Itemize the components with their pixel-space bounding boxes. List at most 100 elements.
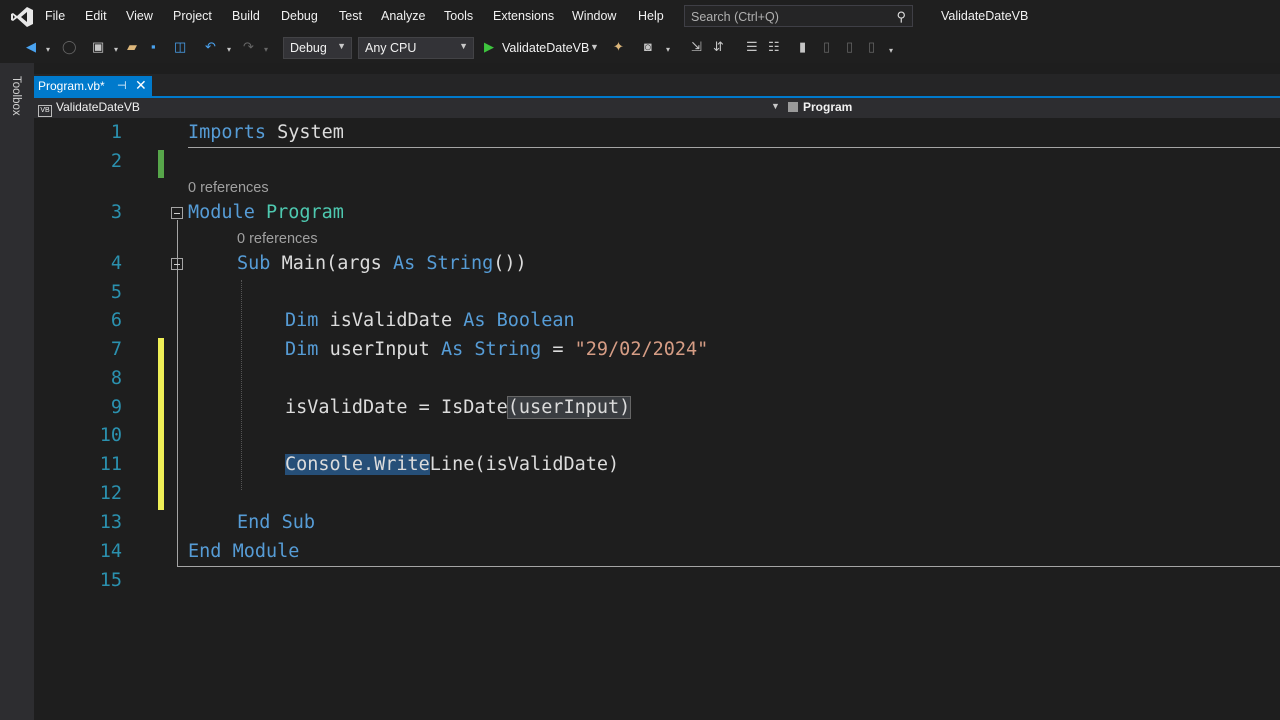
chevron-down-icon[interactable]: ▼ bbox=[590, 42, 599, 52]
token-args: (isValidDate) bbox=[474, 454, 620, 475]
browse-dropdown-icon[interactable]: ▾ bbox=[666, 42, 670, 58]
navigate-forward-icon[interactable]: ◯ bbox=[62, 39, 77, 55]
redo-dropdown-icon[interactable]: ▾ bbox=[264, 42, 268, 58]
token-operator: = bbox=[418, 397, 430, 418]
code-line-14: End Module bbox=[188, 541, 299, 562]
search-icon[interactable]: ⚲ bbox=[896, 9, 906, 25]
code-line-13: End Sub bbox=[237, 512, 315, 533]
clear-bookmarks-icon[interactable]: ▯ bbox=[868, 39, 875, 55]
menu-bar: File Edit View Project Build Debug Test … bbox=[0, 0, 1280, 33]
navigate-back-icon[interactable]: ◀ bbox=[26, 39, 36, 55]
collapse-module-icon[interactable] bbox=[171, 207, 183, 219]
line-number: 12 bbox=[99, 483, 122, 504]
menu-debug[interactable]: Debug bbox=[281, 9, 318, 23]
chevron-down-icon[interactable]: ▼ bbox=[771, 101, 780, 111]
step-over-icon[interactable]: ⇵ bbox=[713, 39, 724, 55]
visual-studio-logo-icon bbox=[11, 7, 33, 27]
solution-configuration-dropdown[interactable]: Debug ▼ bbox=[283, 37, 352, 59]
toolbar-overflow-icon[interactable]: ▾ bbox=[889, 43, 893, 59]
undo-icon[interactable]: ↶ bbox=[205, 39, 216, 55]
back-dropdown-icon[interactable]: ▾ bbox=[46, 42, 50, 58]
line-number: 14 bbox=[99, 541, 122, 562]
solution-title: ValidateDateVB bbox=[941, 9, 1029, 23]
line-number: 5 bbox=[110, 282, 122, 303]
code-editor[interactable]: 1 2 3 4 5 6 7 8 9 10 11 12 13 14 15 Impo… bbox=[62, 118, 1280, 720]
hot-reload-icon[interactable]: ✦ bbox=[613, 39, 624, 55]
undo-dropdown-icon[interactable]: ▾ bbox=[227, 42, 231, 58]
open-folder-icon[interactable]: ▰ bbox=[127, 39, 137, 55]
code-line-9: isValidDate = IsDate(userInput) bbox=[285, 396, 632, 419]
line-number: 9 bbox=[110, 397, 122, 418]
line-number: 8 bbox=[110, 368, 122, 389]
line-number: 10 bbox=[99, 425, 122, 446]
menu-edit[interactable]: Edit bbox=[85, 9, 107, 23]
token-method: Line bbox=[429, 454, 475, 475]
bookmark-icon[interactable]: ▮ bbox=[799, 39, 806, 55]
collapse-sub-icon[interactable] bbox=[171, 258, 183, 270]
solution-platform-dropdown[interactable]: Any CPU ▼ bbox=[358, 37, 474, 59]
token-keyword: As bbox=[463, 310, 486, 331]
code-line-6: Dim isValidDate As Boolean bbox=[285, 310, 575, 331]
token-keyword: String bbox=[474, 339, 542, 360]
menu-test[interactable]: Test bbox=[339, 9, 362, 23]
codelens-references[interactable]: 0 references bbox=[188, 180, 269, 196]
save-icon[interactable]: ▪ bbox=[151, 39, 156, 55]
uncomment-lines-icon[interactable]: ☷ bbox=[768, 39, 780, 55]
menu-analyze[interactable]: Analyze bbox=[381, 9, 425, 23]
code-line-4: Sub Main(args As String()) bbox=[237, 253, 527, 274]
imports-separator bbox=[188, 147, 1280, 148]
menu-window[interactable]: Window bbox=[572, 9, 616, 23]
indent-guide bbox=[241, 280, 243, 490]
class-dropdown[interactable]: Program bbox=[788, 100, 852, 114]
codelens-references[interactable]: 0 references bbox=[237, 231, 318, 247]
redo-icon[interactable]: ↷ bbox=[243, 39, 254, 55]
menu-help[interactable]: Help bbox=[638, 9, 664, 23]
menu-extensions[interactable]: Extensions bbox=[493, 9, 554, 23]
menu-build[interactable]: Build bbox=[232, 9, 260, 23]
browse-link-icon[interactable]: ◙ bbox=[644, 39, 652, 55]
configuration-value: Debug bbox=[290, 41, 327, 55]
comment-lines-icon[interactable]: ☰ bbox=[746, 39, 758, 55]
outline-guide bbox=[177, 220, 178, 566]
line-number: 1 bbox=[110, 122, 122, 143]
search-placeholder: Search (Ctrl+Q) bbox=[691, 10, 779, 24]
line-number: 2 bbox=[110, 151, 122, 172]
chevron-down-icon: ▼ bbox=[459, 41, 468, 51]
chevron-down-icon: ▼ bbox=[337, 41, 346, 51]
search-input[interactable]: Search (Ctrl+Q) ⚲ bbox=[684, 5, 913, 27]
menu-view[interactable]: View bbox=[126, 9, 153, 23]
token-keyword: Module bbox=[232, 541, 300, 562]
token-keyword: As bbox=[440, 339, 464, 360]
project-dropdown[interactable]: VB ValidateDateVB bbox=[38, 100, 140, 117]
close-icon[interactable]: ✕ bbox=[135, 77, 147, 94]
token-type: Program bbox=[265, 202, 344, 223]
toolbox-tab[interactable]: Toolbox bbox=[10, 76, 22, 116]
start-debugging-button[interactable]: ▶ ValidateDateVB ▼ bbox=[480, 37, 600, 59]
new-item-dropdown-icon[interactable]: ▾ bbox=[114, 42, 118, 58]
platform-value: Any CPU bbox=[365, 41, 417, 55]
pin-icon[interactable]: ⊣ bbox=[117, 79, 127, 92]
save-all-icon[interactable]: ◫ bbox=[174, 39, 186, 55]
code-line-7: Dim userInput As String = "29/02/2024" bbox=[285, 339, 708, 360]
token-params: (args bbox=[326, 253, 382, 274]
line-number: 7 bbox=[110, 339, 122, 360]
tab-program-vb[interactable]: Program.vb* ⊣ ✕ bbox=[34, 76, 152, 96]
standard-toolbar: ◀ ▾ ◯ ▣ ▾ ▰ ▪ ◫ ↶ ▾ ↷ ▾ Debug ▼ Any CPU … bbox=[0, 33, 1280, 63]
token-keyword: Dim bbox=[285, 310, 319, 331]
new-project-icon[interactable]: ▣ bbox=[92, 39, 104, 55]
menu-tools[interactable]: Tools bbox=[444, 9, 473, 23]
document-tab-well bbox=[34, 74, 1280, 96]
menu-project[interactable]: Project bbox=[173, 9, 212, 23]
prev-bookmark-icon[interactable]: ▯ bbox=[823, 39, 830, 55]
step-into-icon[interactable]: ⇲ bbox=[691, 39, 702, 55]
next-bookmark-icon[interactable]: ▯ bbox=[846, 39, 853, 55]
tab-label: Program.vb* bbox=[38, 79, 105, 93]
line-number: 3 bbox=[110, 202, 122, 223]
menu-file[interactable]: File bbox=[45, 9, 65, 23]
token-identifier: isValidDate bbox=[329, 310, 453, 331]
token-identifier: userInput bbox=[329, 339, 430, 360]
token-function: IsDate bbox=[440, 397, 508, 418]
code-line-11: Console.WriteLine(isValidDate) bbox=[285, 454, 619, 475]
token-keyword: Module bbox=[188, 202, 255, 223]
unsaved-change-marker bbox=[158, 338, 164, 510]
